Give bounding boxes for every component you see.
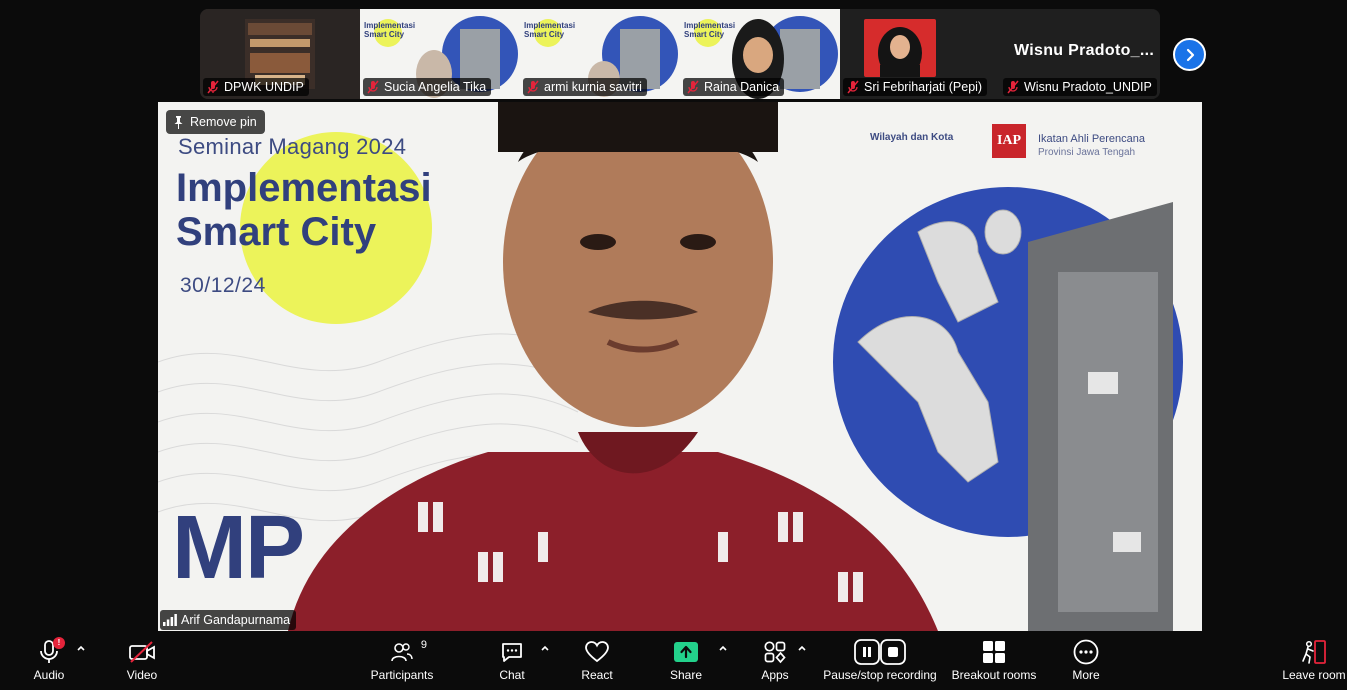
participant-name: Sucia Angelia Tika — [384, 80, 487, 94]
leave-door-icon — [1302, 640, 1326, 664]
participant-name-badge: Wisnu Pradoto_UNDIP — [1003, 78, 1157, 96]
chevron-right-icon — [1186, 48, 1194, 61]
apps-options-caret-icon[interactable] — [797, 643, 807, 653]
chat-button[interactable]: Chat — [496, 639, 528, 687]
participant-name: Wisnu Pradoto_UNDIP — [1024, 80, 1152, 94]
mic-muted-icon — [1007, 80, 1019, 94]
participant-display-name: Wisnu Pradoto_... — [1014, 42, 1155, 59]
participant-name: armi kurnia savitri — [544, 80, 642, 94]
react-button[interactable]: React — [578, 639, 616, 687]
mini-slide-title: Implementasi Smart City — [364, 21, 416, 39]
recording-button[interactable]: Pause/stop recording — [822, 639, 938, 687]
participant-name: DPWK UNDIP — [224, 80, 304, 94]
pause-stop-recording-icon — [854, 639, 906, 665]
participant-tile-raina[interactable]: Implementasi Smart City Raina Danica — [680, 9, 840, 99]
iap-name: Ikatan Ahli Perencana — [1038, 133, 1146, 145]
leave-label: Leave room — [1282, 668, 1346, 682]
slide-title-line-2: Smart City — [176, 210, 377, 254]
speaker-name-badge: Arif Gandapurnama — [160, 610, 297, 630]
participant-name-badge: DPWK UNDIP — [203, 78, 309, 96]
audio-options-caret-icon[interactable] — [76, 643, 86, 653]
breakout-label: Breakout rooms — [951, 668, 1037, 682]
breakout-rooms-button[interactable]: Breakout rooms — [950, 639, 1038, 687]
participant-name-badge: Sucia Angelia Tika — [363, 78, 492, 96]
speaker-name: Arif Gandapurnama — [181, 613, 291, 627]
recording-label: Pause/stop recording — [823, 668, 937, 682]
iap-text: Ikatan Ahli Perencana Provinsi Jawa Teng… — [1038, 132, 1145, 160]
mic-muted-icon — [687, 80, 699, 94]
participants-count: 9 — [420, 639, 427, 651]
breakout-rooms-icon — [983, 641, 1005, 663]
audio-label: Audio — [33, 668, 65, 682]
participant-tile-armi[interactable]: Implementasi Smart City armi kurnia savit… — [520, 9, 680, 99]
next-page-button[interactable] — [1173, 38, 1206, 71]
meeting-window: DPWK UNDIP Implementasi Smart City Sucia … — [0, 0, 1347, 690]
signal-bars-icon — [163, 614, 177, 626]
iap-logo: IAP — [992, 124, 1026, 158]
avatar — [878, 27, 922, 79]
participant-photo — [864, 19, 936, 79]
mini-slide-title: Implementasi Smart City — [684, 21, 736, 39]
iap-region: Provinsi Jawa Tengah — [1038, 147, 1136, 158]
react-label: React — [581, 668, 613, 682]
more-button[interactable]: More — [1068, 639, 1104, 687]
participants-button[interactable]: 9 Participants — [368, 639, 436, 687]
apps-button[interactable]: Apps — [758, 639, 792, 687]
participant-tile-sucia[interactable]: Implementasi Smart City Sucia Angelia Tik… — [360, 9, 520, 99]
chat-options-caret-icon[interactable] — [540, 643, 550, 653]
mic-muted-icon — [847, 80, 859, 94]
participant-name: Sri Febriharjati (Pepi) — [864, 80, 983, 94]
slide-date: 30/12/24 — [180, 274, 266, 297]
mic-muted-icon — [367, 80, 379, 94]
remove-pin-label: Remove pin — [190, 115, 257, 129]
meeting-toolbar: ! Audio Video 9 Participants Chat React … — [0, 631, 1347, 690]
participants-icon — [391, 643, 413, 662]
mini-slide-title: Implementasi Smart City — [524, 21, 576, 39]
audio-alert-badge: ! — [53, 637, 65, 649]
chat-label: Chat — [499, 668, 525, 682]
share-label: Share — [669, 668, 703, 682]
participant-tile-pepi[interactable]: Sri Febriharjati (Pepi) — [840, 9, 1000, 99]
video-off-icon — [129, 641, 155, 663]
more-icon — [1073, 639, 1099, 665]
slide-title: Implementasi Smart City — [176, 166, 432, 254]
heart-icon — [585, 641, 609, 663]
more-label: More — [1072, 668, 1100, 682]
chat-icon — [502, 643, 522, 662]
pin-icon — [174, 115, 183, 129]
video-button[interactable]: Video — [120, 639, 164, 687]
participant-tile-dpwk[interactable]: DPWK UNDIP — [200, 9, 360, 99]
share-options-caret-icon[interactable] — [718, 643, 728, 653]
remove-pin-button[interactable]: Remove pin — [166, 110, 265, 134]
share-button[interactable]: Share — [668, 639, 704, 687]
mic-muted-icon — [207, 80, 219, 94]
video-label: Video — [126, 668, 158, 682]
share-screen-icon — [674, 642, 698, 662]
participant-tile-wisnu[interactable]: Wisnu Pradoto_... Wisnu Pradoto_UNDIP — [1000, 9, 1160, 99]
pinned-video[interactable]: Seminar Magang 2024 Implementasi Smart C… — [158, 102, 1202, 631]
slide-org-line: Wilayah dan Kota — [870, 132, 954, 143]
apps-icon — [764, 641, 786, 664]
participant-name-badge: armi kurnia savitri — [523, 78, 647, 96]
slide-watermark: MP — [172, 498, 305, 598]
slide-subtitle: Seminar Magang 2024 — [178, 134, 407, 159]
participant-name-badge: Sri Febriharjati (Pepi) — [843, 78, 988, 96]
participant-name-badge: Raina Danica — [683, 78, 785, 96]
slide-title-line-1: Implementasi — [176, 166, 432, 210]
participants-label: Participants — [370, 668, 434, 682]
mic-muted-icon — [527, 80, 539, 94]
participant-name: Raina Danica — [704, 80, 780, 94]
leave-room-button[interactable]: Leave room — [1282, 639, 1346, 687]
apps-label: Apps — [761, 668, 789, 682]
participant-strip: DPWK UNDIP Implementasi Smart City Sucia … — [200, 9, 1160, 99]
audio-button[interactable]: ! Audio — [26, 637, 72, 687]
